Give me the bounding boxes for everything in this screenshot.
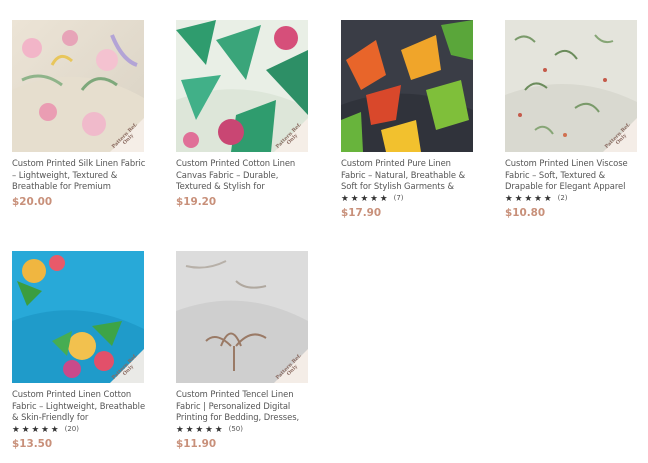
star-icon: ★ <box>185 424 194 434</box>
star-icon: ★ <box>214 424 223 434</box>
product-image[interactable] <box>341 20 473 152</box>
review-count: (20) <box>64 425 79 433</box>
product-title[interactable]: Custom Printed Cotton Linen Canvas Fabri… <box>176 158 310 193</box>
product-title[interactable]: Custom Printed Pure Linen Fabric – Natur… <box>341 158 475 193</box>
stars: ★ ★ ★ ★ ★ <box>12 424 59 434</box>
product-image[interactable]: Pattern Ref. Only <box>505 20 637 152</box>
product-image[interactable]: Pattern Ref. Only <box>176 251 308 383</box>
pattern-ref-ribbon: Pattern Ref. Only <box>274 118 308 152</box>
stars: ★ ★ ★ ★ ★ <box>341 193 388 203</box>
review-count: (50) <box>228 425 243 433</box>
product-card[interactable]: Pattern Ref. Only Custom Printed Tencel … <box>176 251 310 450</box>
product-price: $10.80 <box>505 207 546 219</box>
star-rating: ★ ★ ★ ★ ★ (20) <box>12 423 146 435</box>
product-card[interactable]: Pattern Ref. Only Custom Printed Linen C… <box>12 251 146 450</box>
star-icon: ★ <box>360 193 369 203</box>
star-icon: ★ <box>514 193 523 203</box>
product-title[interactable]: Custom Printed Silk Linen Fabric – Light… <box>12 158 146 193</box>
product-price: $19.20 <box>176 196 217 208</box>
star-icon: ★ <box>379 193 388 203</box>
pattern-ref-ribbon: Pattern Ref. Only <box>603 118 637 152</box>
stars: ★ ★ ★ ★ ★ <box>176 424 223 434</box>
star-rating: ★ ★ ★ ★ ★ (7) <box>341 192 475 204</box>
product-card[interactable]: Pattern Ref. Only Custom Printed Cotton … <box>176 20 310 208</box>
star-icon: ★ <box>195 424 204 434</box>
product-image[interactable]: Pattern Ref. Only <box>12 251 144 383</box>
star-icon: ★ <box>50 424 59 434</box>
star-icon: ★ <box>534 193 542 203</box>
product-price: $11.90 <box>176 438 217 450</box>
product-title[interactable]: Custom Printed Tencel Linen Fabric | Per… <box>176 389 310 424</box>
star-icon: ★ <box>505 193 513 203</box>
star-icon: ★ <box>205 424 213 434</box>
product-grid: Pattern Ref. Only Custom Printed Silk Li… <box>11 20 641 460</box>
product-card[interactable]: Pattern Ref. Only Custom Printed Linen V… <box>505 20 639 219</box>
star-icon: ★ <box>524 193 533 203</box>
pattern-ref-ribbon: Pattern Ref. Only <box>274 349 308 383</box>
star-rating: ★ ★ ★ ★ ★ (50) <box>176 423 310 435</box>
pattern-ref-ribbon: Pattern Ref. Only <box>110 118 144 152</box>
star-icon: ★ <box>543 193 552 203</box>
product-card[interactable]: Custom Printed Pure Linen Fabric – Natur… <box>341 20 475 219</box>
star-icon: ★ <box>370 193 378 203</box>
star-icon: ★ <box>31 424 40 434</box>
star-icon: ★ <box>21 424 30 434</box>
product-image[interactable]: Pattern Ref. Only <box>12 20 144 152</box>
star-rating: ★ ★ ★ ★ ★ (2) <box>505 192 639 204</box>
pattern-ref-ribbon: Pattern Ref. Only <box>110 349 144 383</box>
product-title[interactable]: Custom Printed Linen Cotton Fabric – Lig… <box>12 389 146 424</box>
review-count: (2) <box>557 194 568 202</box>
product-card[interactable]: Pattern Ref. Only Custom Printed Silk Li… <box>12 20 146 208</box>
product-price: $13.50 <box>12 438 53 450</box>
star-icon: ★ <box>341 193 349 203</box>
star-icon: ★ <box>41 424 49 434</box>
product-title[interactable]: Custom Printed Linen Viscose Fabric – So… <box>505 158 639 193</box>
review-count: (7) <box>393 194 404 202</box>
star-icon: ★ <box>176 424 184 434</box>
star-icon: ★ <box>12 424 20 434</box>
product-image[interactable]: Pattern Ref. Only <box>176 20 308 152</box>
star-icon: ★ <box>350 193 359 203</box>
product-price: $20.00 <box>12 196 53 208</box>
stars: ★ ★ ★ ★ ★ <box>505 193 552 203</box>
product-price: $17.90 <box>341 207 382 219</box>
